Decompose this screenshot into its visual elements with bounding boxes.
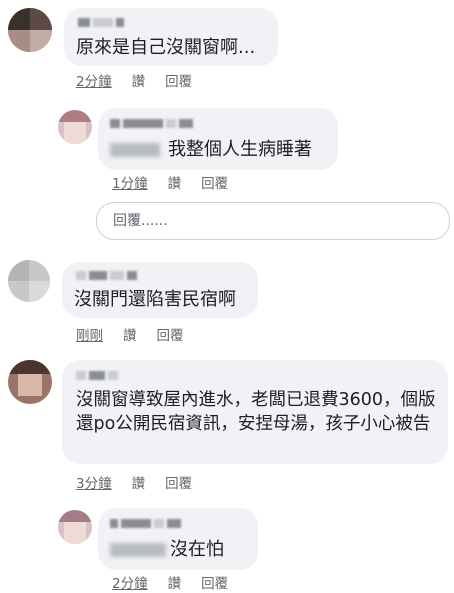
comment-actions: 3分鐘 讚 回覆	[76, 472, 212, 492]
reply-input[interactable]	[111, 212, 415, 230]
commenter-name[interactable]	[110, 116, 193, 130]
avatar[interactable]	[58, 510, 92, 544]
comment-actions: 剛剛 讚 回覆	[76, 324, 204, 344]
comment-bubble: 沒在怕	[98, 508, 258, 570]
avatar[interactable]	[8, 360, 52, 404]
mention-tag[interactable]	[110, 143, 160, 157]
comment-text: 沒關窗導致屋內進水，老闆已退費3600，個版還po公開民宿資訊，安捏母湯，孩子小…	[76, 390, 436, 434]
reply-input-box[interactable]	[96, 202, 450, 240]
reply-button[interactable]: 回覆	[201, 172, 228, 192]
commenter-name[interactable]	[76, 268, 137, 282]
like-button[interactable]: 讚	[132, 472, 146, 492]
comment-text: 沒在怕	[110, 538, 224, 562]
comment-actions: 2分鐘 讚 回覆	[76, 70, 212, 90]
commenter-name[interactable]	[110, 516, 181, 530]
comment-timestamp[interactable]: 2分鐘	[112, 572, 148, 592]
reply-button[interactable]: 回覆	[157, 324, 184, 344]
avatar[interactable]	[58, 110, 92, 144]
avatar[interactable]	[8, 260, 50, 302]
comment-timestamp[interactable]: 3分鐘	[76, 472, 112, 492]
like-button[interactable]: 讚	[123, 324, 137, 344]
comment-text: 原來是自己沒關窗啊...	[76, 37, 256, 58]
comment-actions: 1分鐘 讚 回覆	[112, 172, 248, 192]
like-button[interactable]: 讚	[168, 172, 182, 192]
reply-button[interactable]: 回覆	[165, 70, 192, 90]
comment-text: 沒關門還陷害民宿啊	[74, 289, 236, 310]
commenter-name[interactable]	[76, 368, 118, 382]
comment-bubble: 原來是自己沒關窗啊...	[64, 8, 278, 66]
avatar[interactable]	[8, 8, 52, 52]
like-button[interactable]: 讚	[168, 572, 182, 592]
comment-actions: 2分鐘 讚 回覆	[112, 572, 248, 592]
comment-timestamp[interactable]: 1分鐘	[112, 172, 148, 192]
comment-bubble: 沒關門還陷害民宿啊	[62, 262, 258, 318]
comment-timestamp[interactable]: 2分鐘	[76, 70, 112, 90]
commenter-name[interactable]	[78, 15, 124, 29]
reply-button[interactable]: 回覆	[165, 472, 192, 492]
like-button[interactable]: 讚	[132, 70, 146, 90]
reply-button[interactable]: 回覆	[201, 572, 228, 592]
mention-tag[interactable]	[110, 543, 166, 557]
comment-text: 我整個人生病睡著	[110, 138, 312, 162]
comment-bubble: 沒關窗導致屋內進水，老闆已退費3600，個版還po公開民宿資訊，安捏母湯，孩子小…	[62, 360, 448, 464]
comment-bubble: 我整個人生病睡著	[98, 108, 338, 170]
comment-timestamp[interactable]: 剛剛	[76, 324, 103, 344]
